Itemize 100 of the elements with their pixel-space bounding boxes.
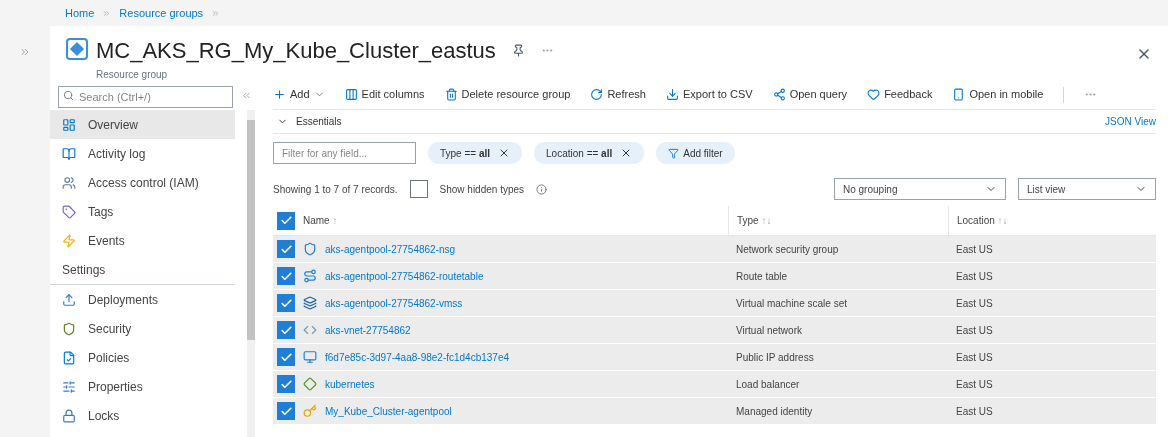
resource-link[interactable]: kubernetes [325,376,375,392]
check-icon [279,377,293,391]
network-icon [303,323,317,337]
refresh-icon [590,88,604,101]
table-cell-text: East US [956,404,993,419]
table-cell-text: Public IP address [736,350,814,365]
pin-icon[interactable] [511,44,525,57]
column-header[interactable]: Name ↑ [303,213,338,228]
filter-pill[interactable]: Location == all [534,142,645,164]
essentials-toggle[interactable]: Essentials [273,114,342,129]
sidebar-item[interactable]: Access control (IAM) [50,168,235,197]
table-cell-text: East US [956,377,993,392]
table-cell-text: Network security group [736,242,839,257]
sidebar-item[interactable]: Activity log [50,139,235,168]
checkbox[interactable] [277,375,295,393]
records-count: Showing 1 to 7 of 7 records. [273,182,398,197]
diamond-icon [303,377,317,391]
toolbar-button[interactable]: Delete resource group [444,86,571,103]
upload-icon [62,292,76,307]
plus-icon [273,88,286,101]
toolbar-button[interactable]: Open in mobile [952,86,1044,103]
table-cell-text: Managed identity [736,404,813,419]
column-header[interactable]: Type ↑↓ [737,213,772,228]
table-cell-text: East US [956,269,993,284]
search-icon [63,90,74,101]
bolt-icon [62,233,76,248]
filter-icon [668,147,680,159]
toolbar-button[interactable]: Add [273,86,325,103]
toolbar-button[interactable]: Feedback [867,86,933,103]
page-subtitle: Resource group [96,68,169,82]
checkbox[interactable] [277,402,295,420]
checkbox[interactable] [277,321,295,339]
column-header[interactable]: Location ↑↓ [957,213,1008,228]
book-icon [62,146,76,161]
checkbox[interactable] [277,240,295,258]
info-icon [536,183,548,195]
table-cell-text: Virtual network [736,323,802,338]
sidebar-item[interactable]: Policies [50,343,235,372]
route-icon [303,269,317,283]
resource-link[interactable]: aks-vnet-27754862 [325,322,411,338]
check-icon [279,323,293,337]
dashboard-icon [62,117,76,132]
sidebar-item[interactable]: Locks [50,401,235,430]
tag-icon [62,204,76,219]
trash-icon [444,88,458,101]
checkbox[interactable] [277,348,295,366]
heart-icon [867,88,881,101]
sidebar-item[interactable]: Properties [50,372,235,401]
filter-pill[interactable]: Type == all [428,142,523,164]
download-icon [665,88,679,101]
filter-field[interactable]: Filter for any field... [273,142,416,164]
table-cell-text: East US [956,323,993,338]
scrollbar[interactable] [247,110,255,437]
sidebar-item[interactable]: Deployments [50,285,235,314]
sidebar-item[interactable]: Overview [50,110,235,139]
resource-link[interactable]: aks-agentpool-27754862-nsg [325,241,456,257]
table-cell-text: Virtual machine scale set [736,296,847,311]
table-cell-text: East US [956,242,993,257]
grouping-dropdown[interactable]: No grouping [834,178,1006,200]
table-cell-text: Load balancer [736,377,800,392]
add-filter-button[interactable]: Add filter [656,142,735,164]
resource-link[interactable]: My_Kube_Cluster-agentpool [325,403,452,419]
resource-link[interactable]: aks-agentpool-27754862-vmss [325,295,463,311]
columns-icon [344,88,358,101]
checkbox[interactable] [277,211,295,230]
table-cell-text: Route table [736,269,788,284]
chevron-icon [211,8,221,18]
checkbox[interactable] [277,294,295,312]
view-dropdown[interactable]: List view [1018,178,1156,200]
check-icon [279,350,293,364]
lock-icon [62,408,76,423]
sidebar-item[interactable]: Tags [50,197,235,226]
checkbox[interactable] [409,180,428,198]
breadcrumb-link[interactable]: Resource groups [119,4,204,22]
shield-icon [303,242,317,256]
shield-icon [62,321,76,336]
sliders-icon [62,379,76,394]
chevron-icon [102,8,112,18]
expand-icon[interactable] [19,46,31,58]
table-cell-text: East US [956,296,993,311]
toolbar-button[interactable]: Export to CSV [665,86,753,103]
layers-icon [303,296,317,310]
sidebar-item[interactable]: Security [50,314,235,343]
page-title: MC_AKS_RG_My_Kube_Cluster_eastus [96,37,496,65]
document-icon [62,350,76,365]
sidebar-item[interactable]: Events [50,226,235,255]
check-icon [279,296,293,310]
search-field[interactable]: Search (Ctrl+/) [58,86,233,108]
toolbar-button[interactable]: Open query [772,86,848,103]
people-icon [62,175,76,190]
checkbox-label: Show hidden types [439,182,525,197]
nodes-icon [772,88,786,101]
section-heading: Settings [50,255,235,285]
breadcrumb-link[interactable]: Home [65,4,95,22]
json-view-link[interactable]: JSON View [1105,114,1156,129]
checkbox[interactable] [277,267,295,285]
key-icon [303,404,317,418]
toolbar-button[interactable]: Refresh [590,86,646,103]
toolbar-button[interactable]: Edit columns [344,86,425,103]
monitor-icon [303,350,317,364]
